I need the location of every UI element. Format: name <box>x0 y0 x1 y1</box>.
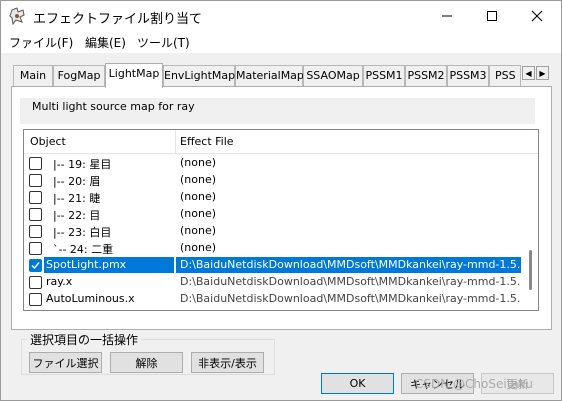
list-row[interactable]: |-- 22: 目 (none) <box>24 206 524 223</box>
close-button[interactable] <box>515 1 559 31</box>
list-row-selected[interactable]: SpotLight.pmx D:\BaiduNetdiskDownload\MM… <box>24 257 524 274</box>
tab-lightmap[interactable]: LightMap <box>105 63 163 88</box>
row-object: |-- 21: 睫 <box>53 192 101 205</box>
list-header: Object Effect File <box>24 130 538 154</box>
maximize-icon <box>487 11 497 21</box>
row-effect: D:\BaiduNetdiskDownload\MMDsoft\MMDkanke… <box>180 292 520 305</box>
list-row[interactable]: ray.x D:\BaiduNetdiskDownload\MMDsoft\MM… <box>24 274 524 291</box>
object-effect-list[interactable]: Object Effect File |-- 19: 星目 (none) |--… <box>23 129 539 311</box>
menu-tools[interactable]: ツール(T) <box>137 34 190 51</box>
menu-file[interactable]: ファイル(F) <box>9 34 73 51</box>
row-effect: (none) <box>180 207 217 220</box>
row-checkbox[interactable] <box>29 242 42 255</box>
scrollbar-thumb[interactable] <box>529 250 532 290</box>
list-vertical-scrollbar[interactable] <box>524 154 538 310</box>
row-object: |-- 23: 白目 <box>53 226 112 239</box>
row-checkbox[interactable] <box>29 191 42 204</box>
row-object: |-- 19: 星目 <box>53 158 112 171</box>
row-effect: (none) <box>180 173 217 186</box>
description-text: Multi light source map for ray <box>32 100 195 113</box>
description-box: Multi light source map for ray <box>20 98 535 124</box>
row-object: |-- 20: 眉 <box>53 175 101 188</box>
app-icon <box>9 7 27 26</box>
row-effect: D:\BaiduNetdiskDownload\MMDsoft\MMDkanke… <box>180 275 520 288</box>
row-effect: (none) <box>180 241 217 254</box>
toggle-visibility-button[interactable]: 非表示/表示 <box>191 352 264 373</box>
title-bar[interactable]: エフェクトファイル割り当て <box>1 1 561 31</box>
tab-fogmap[interactable]: FogMap <box>53 65 105 86</box>
tab-main[interactable]: Main <box>13 65 53 86</box>
chevron-right-icon: ▶ <box>539 68 546 78</box>
column-effect-file[interactable]: Effect File <box>180 135 234 148</box>
row-effect: D:\BaiduNetdiskDownload\MMDsoft\MMDkanke… <box>176 257 521 273</box>
window-title: エフェクトファイル割り当て <box>33 12 203 27</box>
watermark-text: CSDN @ChoSeitaku <box>415 377 533 391</box>
row-effect: (none) <box>180 190 217 203</box>
row-checkbox[interactable] <box>29 225 42 238</box>
list-row[interactable]: |-- 23: 白目 (none) <box>24 223 524 240</box>
row-checkbox-checked[interactable] <box>29 259 42 272</box>
row-checkbox[interactable] <box>29 157 42 170</box>
release-button[interactable]: 解除 <box>110 352 183 373</box>
menu-edit[interactable]: 編集(E) <box>85 34 126 51</box>
row-object: ray.x <box>46 275 73 288</box>
bulk-operation-label: 選択項目の一括操作 <box>27 331 142 348</box>
menu-bar: ファイル(F) 編集(E) ツール(T) <box>1 31 561 53</box>
list-row[interactable]: |-- 21: 睫 (none) <box>24 189 524 206</box>
row-effect: (none) <box>180 156 217 169</box>
tab-pssm2[interactable]: PSSM2 <box>405 65 447 86</box>
maximize-button[interactable] <box>470 1 514 31</box>
select-file-button[interactable]: ファイル選択 <box>29 352 102 373</box>
tab-pssm4-partial[interactable]: PSS <box>489 65 521 86</box>
row-object: AutoLuminous.x <box>46 292 135 305</box>
row-checkbox[interactable] <box>29 174 42 187</box>
row-checkbox[interactable] <box>29 276 42 289</box>
ok-button[interactable]: OK <box>321 373 394 394</box>
chevron-left-icon: ◀ <box>525 68 532 78</box>
tab-ssaomap[interactable]: SSAOMap <box>303 65 363 86</box>
minimize-icon <box>442 15 452 17</box>
tab-pssm1[interactable]: PSSM1 <box>363 65 405 86</box>
checkmark-icon <box>31 262 40 270</box>
row-object: |-- 22: 目 <box>53 209 101 222</box>
list-row[interactable]: AutoLuminous.x D:\BaiduNetdiskDownload\M… <box>24 291 524 308</box>
effect-assign-window: エフェクトファイル割り当て ファイル(F) 編集(E) ツール(T) Main … <box>0 0 562 401</box>
tab-scroll-left-button[interactable]: ◀ <box>522 66 535 80</box>
row-object: SpotLight.pmx <box>44 257 174 273</box>
tab-strip: Main FogMap LightMap EnvLightMap Materia… <box>11 63 551 88</box>
column-object[interactable]: Object <box>30 135 66 148</box>
row-object: `-- 24: 二重 <box>53 243 114 256</box>
list-row[interactable]: |-- 20: 眉 (none) <box>24 172 524 189</box>
minimize-button[interactable] <box>425 1 469 31</box>
row-checkbox[interactable] <box>29 208 42 221</box>
tab-envlightmap[interactable]: EnvLightMap <box>163 65 235 86</box>
tab-pssm3[interactable]: PSSM3 <box>447 65 489 86</box>
column-divider[interactable] <box>175 130 176 153</box>
row-checkbox[interactable] <box>29 293 42 306</box>
list-row[interactable]: |-- 19: 星目 (none) <box>24 155 524 172</box>
row-effect: (none) <box>180 224 217 237</box>
close-icon <box>531 10 543 22</box>
tab-materialmap[interactable]: MaterialMap <box>235 65 304 86</box>
list-row[interactable]: `-- 24: 二重 (none) <box>24 240 524 257</box>
tab-scroll-right-button[interactable]: ▶ <box>536 66 549 80</box>
